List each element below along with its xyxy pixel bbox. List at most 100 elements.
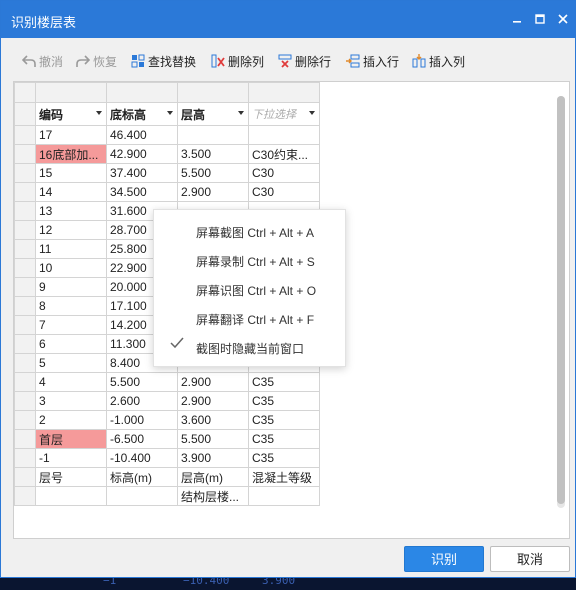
table-cell[interactable]: 混凝土等级	[248, 467, 320, 487]
table-cell[interactable]: 17	[35, 125, 107, 145]
row-header-cell[interactable]	[14, 144, 36, 164]
table-cell[interactable]: C35	[248, 448, 320, 468]
table-cell[interactable]	[177, 125, 249, 145]
recognize-button[interactable]: 识别	[404, 546, 484, 572]
row-header-cell[interactable]	[14, 429, 36, 449]
table-cell[interactable]: 2	[35, 410, 107, 430]
dropdown-column-filter[interactable]: 下拉选择	[248, 102, 320, 126]
table-cell[interactable]	[106, 486, 178, 506]
table-cell[interactable]: 13	[35, 201, 107, 221]
table-cell[interactable]: 8	[35, 296, 107, 316]
row-header-cell[interactable]	[14, 410, 36, 430]
find-replace-button[interactable]: 查找替换	[131, 52, 196, 70]
redo-button[interactable]: 恢复	[76, 52, 117, 70]
column-header-cell[interactable]	[248, 82, 320, 103]
row-header-cell[interactable]	[14, 353, 36, 373]
table-cell[interactable]: 4	[35, 372, 107, 392]
table-cell[interactable]: 10	[35, 258, 107, 278]
cancel-button[interactable]: 取消	[490, 546, 570, 572]
elevation-column-filter[interactable]: 底标高	[106, 102, 178, 126]
table-cell[interactable]: -6.500	[106, 429, 178, 449]
table-cell[interactable]: 14	[35, 182, 107, 202]
menu-item-screen-record[interactable]: 屏幕录制 Ctrl + Alt + S	[196, 253, 315, 270]
row-header-cell[interactable]	[14, 163, 36, 183]
menu-item-hide-window[interactable]: 截图时隐藏当前窗口	[196, 340, 304, 357]
title-bar[interactable]: 识别楼层表	[1, 1, 575, 38]
table-cell[interactable]: 9	[35, 277, 107, 297]
row-header-cell[interactable]	[14, 334, 36, 354]
insert-column-button[interactable]: 插入列	[412, 52, 465, 70]
table-cell[interactable]: C30	[248, 182, 320, 202]
table-cell[interactable]	[35, 486, 107, 506]
table-cell[interactable]: 2.900	[177, 182, 249, 202]
code-column-filter[interactable]: 编码	[35, 102, 107, 126]
vertical-scrollbar[interactable]	[557, 96, 565, 508]
row-header-cell[interactable]	[14, 486, 36, 506]
table-cell[interactable]	[248, 486, 320, 506]
table-cell[interactable]: -1.000	[106, 410, 178, 430]
row-header-cell[interactable]	[14, 220, 36, 240]
row-header-cell[interactable]	[14, 391, 36, 411]
table-cell[interactable]: 结构层楼...	[177, 486, 249, 506]
table-cell[interactable]: 7	[35, 315, 107, 335]
minimize-icon[interactable]	[508, 11, 526, 27]
row-header-cell[interactable]	[14, 296, 36, 316]
row-header-cell[interactable]	[14, 467, 36, 487]
row-header-cell[interactable]	[14, 258, 36, 278]
table-cell[interactable]: 5	[35, 353, 107, 373]
chevron-down-icon[interactable]	[238, 111, 244, 115]
table-cell[interactable]: 6	[35, 334, 107, 354]
row-header-cell[interactable]	[14, 201, 36, 221]
table-cell[interactable]: 3	[35, 391, 107, 411]
column-header-cell[interactable]	[35, 82, 107, 103]
menu-item-screen-ocr[interactable]: 屏幕识图 Ctrl + Alt + O	[196, 282, 316, 299]
table-cell[interactable]: 标高(m)	[106, 467, 178, 487]
table-cell[interactable]: C30	[248, 163, 320, 183]
row-header-cell[interactable]	[14, 315, 36, 335]
height-column-filter[interactable]: 层高	[177, 102, 249, 126]
table-cell[interactable]: 3.600	[177, 410, 249, 430]
table-cell[interactable]: -10.400	[106, 448, 178, 468]
column-header-cell[interactable]	[106, 82, 178, 103]
menu-item-screen-translate[interactable]: 屏幕翻译 Ctrl + Alt + F	[196, 311, 314, 328]
delete-column-button[interactable]: 删除列	[211, 52, 264, 70]
table-cell[interactable]: C30约束...	[248, 144, 320, 164]
close-icon[interactable]	[554, 11, 572, 27]
table-cell[interactable]: 2.900	[177, 372, 249, 392]
table-cell[interactable]: -1	[35, 448, 107, 468]
maximize-icon[interactable]	[531, 11, 549, 27]
table-cell[interactable]: 2.900	[177, 391, 249, 411]
table-cell[interactable]: 首层	[35, 429, 107, 449]
table-cell[interactable]: 层号	[35, 467, 107, 487]
row-header-cell[interactable]	[14, 182, 36, 202]
row-header-cell[interactable]	[14, 372, 36, 392]
table-cell[interactable]: 3.500	[177, 144, 249, 164]
scrollbar-thumb[interactable]	[557, 96, 565, 504]
table-cell[interactable]: 12	[35, 220, 107, 240]
row-header-cell[interactable]	[14, 125, 36, 145]
table-cell[interactable]: 5.500	[106, 372, 178, 392]
chevron-down-icon[interactable]	[167, 111, 173, 115]
column-header-cell[interactable]	[177, 82, 249, 103]
insert-row-button[interactable]: 插入行	[346, 52, 399, 70]
table-cell[interactable]: 5.500	[177, 429, 249, 449]
menu-item-screen-capture[interactable]: 屏幕截图 Ctrl + Alt + A	[196, 224, 314, 241]
chevron-down-icon[interactable]	[96, 111, 102, 115]
table-cell[interactable]: C35	[248, 429, 320, 449]
table-cell[interactable]: C35	[248, 372, 320, 392]
table-cell[interactable]: C35	[248, 410, 320, 430]
row-header-cell[interactable]	[14, 277, 36, 297]
table-cell[interactable]: 46.400	[106, 125, 178, 145]
table-cell[interactable]: 2.600	[106, 391, 178, 411]
table-cell[interactable]: 11	[35, 239, 107, 259]
table-cell[interactable]: 42.900	[106, 144, 178, 164]
row-header-cell[interactable]	[14, 448, 36, 468]
delete-row-button[interactable]: 删除行	[278, 52, 331, 70]
table-cell[interactable]: 15	[35, 163, 107, 183]
table-cell[interactable]	[248, 125, 320, 145]
table-cell[interactable]: 37.400	[106, 163, 178, 183]
undo-button[interactable]: 撤消	[21, 52, 63, 70]
chevron-down-icon[interactable]	[309, 111, 315, 115]
table-cell[interactable]: C35	[248, 391, 320, 411]
row-header-cell[interactable]	[14, 239, 36, 259]
